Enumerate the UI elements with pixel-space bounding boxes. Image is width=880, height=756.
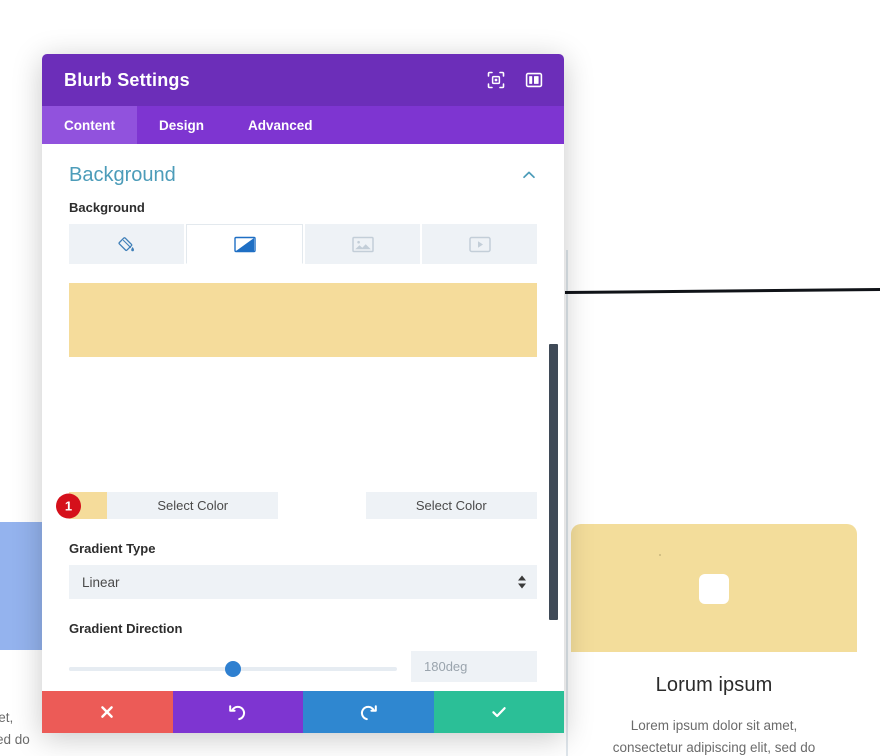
card-title-left: m — [0, 666, 46, 689]
gradient-color-stops: 1 Select Color Select Color — [56, 492, 537, 519]
modal-tabs: Content Design Advanced — [42, 106, 564, 144]
gradient-preview[interactable] — [69, 283, 537, 357]
gradient-direction-slider[interactable] — [69, 660, 397, 677]
image-icon[interactable] — [305, 224, 420, 264]
gradient-direction-label: Gradient Direction — [69, 621, 183, 636]
paint-bucket-icon[interactable] — [69, 224, 184, 264]
cancel-button[interactable] — [42, 691, 173, 733]
gradient-stop-1: 1 Select Color — [56, 492, 279, 519]
gradient-direction-input[interactable]: 180deg — [411, 651, 537, 682]
tab-design[interactable]: Design — [137, 106, 226, 144]
undo-button[interactable] — [172, 691, 303, 733]
layout-panel-icon[interactable] — [524, 70, 544, 90]
column-divider — [566, 250, 568, 756]
focus-target-icon[interactable] — [486, 70, 506, 90]
x-icon — [101, 706, 114, 718]
card-header-right — [571, 524, 857, 652]
gradient-type-field: Gradient Type Linear — [69, 541, 537, 599]
header-actions — [486, 70, 544, 90]
tab-content[interactable]: Content — [42, 106, 137, 144]
modal-header: Blurb Settings — [42, 54, 564, 106]
blurb-card-right[interactable]: Lorum ipsum Lorem ipsum dolor sit amet, c… — [571, 524, 857, 756]
select-stepper-icon — [518, 575, 526, 589]
gradient-direction-controls: 180deg — [69, 645, 537, 682]
screenshot-root: m t amet,lit, sed do consectetur adipisc… — [0, 0, 880, 756]
gradient-type-label: Gradient Type — [69, 541, 156, 556]
section-title-background: Background — [69, 163, 176, 186]
slider-handle[interactable] — [225, 660, 241, 677]
card-title-right: Lorum ipsum — [655, 674, 773, 696]
color-swatch-2[interactable] — [328, 492, 366, 519]
save-button[interactable] — [433, 691, 564, 733]
modal-scroll-area: Background Background 1 Select Color Sel… — [42, 144, 564, 733]
gradient-type-select[interactable]: Linear — [69, 565, 537, 599]
card-icon-right — [699, 574, 729, 604]
check-icon — [492, 707, 506, 718]
redo-button[interactable] — [303, 691, 434, 733]
modal-scrollbar[interactable] — [549, 344, 558, 620]
redo-arrow-icon — [360, 704, 377, 720]
undo-arrow-icon — [229, 704, 246, 720]
select-color-button-1[interactable]: Select Color — [107, 492, 279, 519]
background-type-tabs — [69, 224, 537, 264]
tab-advanced[interactable]: Advanced — [226, 106, 335, 144]
status-badge: 1 — [56, 493, 81, 518]
card-text-right: Lorem ipsum dolor sit amet, consectetur a… — [612, 718, 816, 755]
chevron-up-icon[interactable] — [521, 167, 537, 183]
video-icon[interactable] — [422, 224, 537, 264]
modal-action-bar — [42, 691, 564, 733]
page-title: Blurb Settings — [64, 69, 190, 90]
slider-fill — [69, 666, 233, 671]
background-field-label: Background — [69, 200, 145, 215]
gradient-type-value: Linear — [82, 574, 120, 590]
blurb-settings-modal: Blurb Settings Content Design Advanced B… — [42, 54, 564, 733]
card-decor-dot — [659, 554, 661, 556]
gradient-stop-2: Select Color — [328, 492, 537, 519]
gradient-icon[interactable] — [186, 224, 303, 264]
background-section-header[interactable]: Background — [69, 144, 537, 200]
card-body-right: Lorum ipsum Lorem ipsum dolor sit amet, c… — [571, 652, 857, 756]
card-text-left: t amet,lit, sed do — [0, 710, 30, 747]
modal-body: Background Background 1 Select Color Sel… — [42, 144, 564, 721]
gradient-direction-field: Gradient Direction 180deg — [69, 621, 537, 682]
select-color-button-2[interactable]: Select Color — [365, 492, 537, 519]
